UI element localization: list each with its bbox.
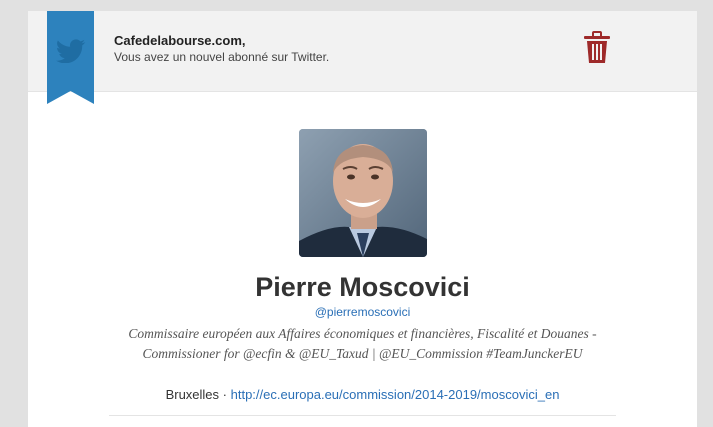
profile-photo xyxy=(299,129,427,257)
trash-icon[interactable] xyxy=(581,31,613,65)
location-separator: · xyxy=(222,387,227,402)
profile-location-line: Bruxelles · http://ec.europa.eu/commissi… xyxy=(28,386,697,404)
notification-message: Vous avez un nouvel abonné sur Twitter. xyxy=(114,50,330,64)
notification-card: Cafedelabourse.com, Vous avez un nouvel … xyxy=(28,11,697,427)
profile-location: Bruxelles xyxy=(165,387,220,402)
notification-text: Cafedelabourse.com, Vous avez un nouvel … xyxy=(114,33,329,65)
profile-handle[interactable]: @pierremoscovici xyxy=(28,304,697,320)
ribbon-bookmark xyxy=(47,11,94,104)
notification-header: Cafedelabourse.com, Vous avez un nouvel … xyxy=(28,11,697,92)
profile-avatar[interactable] xyxy=(299,129,427,257)
profile-bio: Commissaire européen aux Affaires économ… xyxy=(128,326,597,361)
divider xyxy=(109,415,616,416)
profile-name: Pierre Moscovici xyxy=(255,272,470,302)
twitter-bird-icon xyxy=(56,39,86,63)
site-name: Cafedelabourse.com, xyxy=(114,33,246,48)
profile-website-link[interactable]: http://ec.europa.eu/commission/2014-2019… xyxy=(231,387,560,402)
